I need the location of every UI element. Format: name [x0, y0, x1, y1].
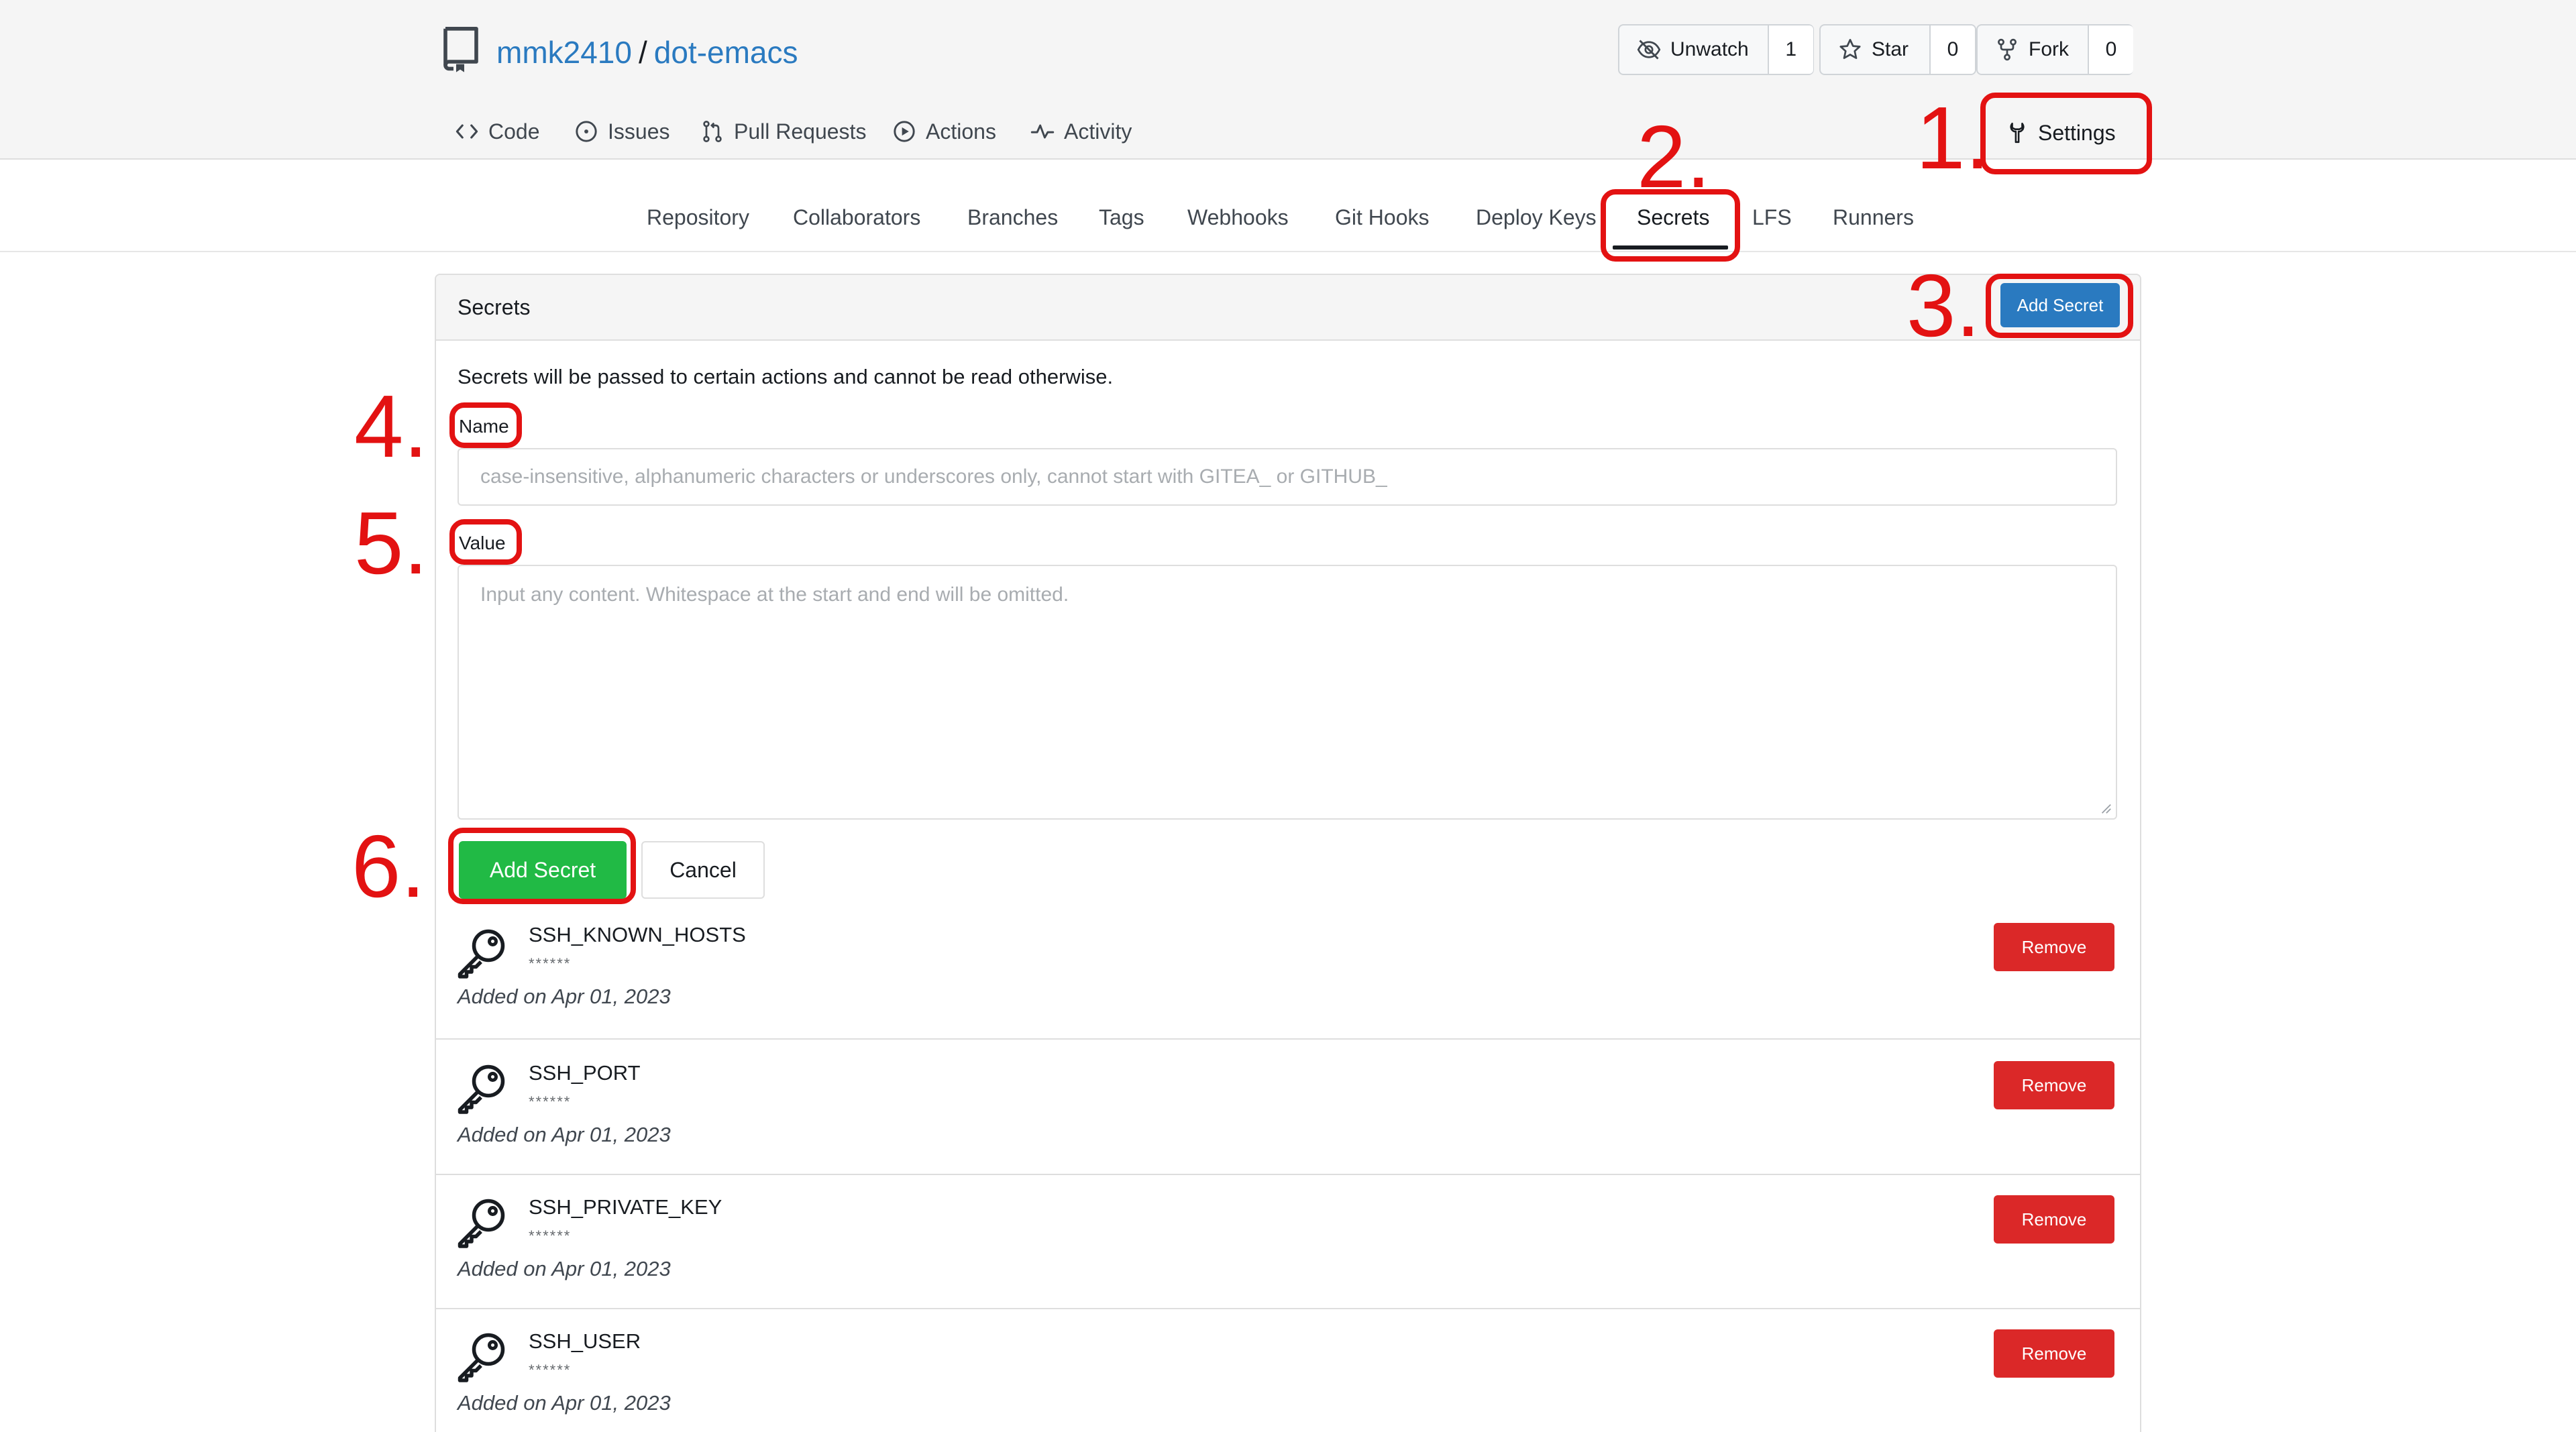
fork-label: Fork [2029, 38, 2069, 60]
secret-mask: ****** [529, 1227, 572, 1244]
tab-pull-requests-label: Pull Requests [734, 119, 867, 144]
remove-secret-button[interactable]: Remove [1994, 1061, 2114, 1109]
secret-added-date: Added on Apr 01, 2023 [458, 1257, 671, 1280]
repo-title: mmk2410/dot-emacs [496, 32, 798, 72]
repo-name-link[interactable]: dot-emacs [654, 35, 798, 70]
tab-issues-label: Issues [608, 119, 670, 144]
fork-group: Fork 0 [1976, 24, 2133, 75]
secret-name: SSH_USER [529, 1329, 641, 1353]
secret-name: SSH_KNOWN_HOSTS [529, 923, 746, 946]
secret-value-placeholder: Input any content. Whitespace at the sta… [480, 584, 1069, 606]
remove-secret-button[interactable]: Remove [1994, 923, 2114, 971]
settings-nav-repository[interactable]: Repository [647, 205, 749, 230]
key-icon [458, 1199, 505, 1248]
active-tab-underline [1613, 245, 1728, 250]
settings-nav-webhooks[interactable]: Webhooks [1187, 205, 1289, 230]
play-icon [894, 121, 915, 142]
pulse-icon [1030, 124, 1055, 139]
cancel-button[interactable]: Cancel [641, 841, 765, 899]
fork-button[interactable]: Fork [1978, 25, 2089, 74]
settings-nav-secrets[interactable]: Secrets [1637, 205, 1709, 230]
pull-request-icon [703, 121, 722, 142]
settings-nav-tags[interactable]: Tags [1099, 205, 1144, 230]
secret-row: SSH_PRIVATE_KEY ****** Added on Apr 01, … [436, 1176, 2140, 1309]
star-group: Star 0 [1819, 24, 1976, 75]
tab-code-label: Code [488, 119, 540, 144]
unwatch-button[interactable]: Unwatch [1619, 25, 1769, 74]
unwatch-group: Unwatch 1 [1618, 24, 1814, 75]
value-label: Value [459, 533, 506, 553]
secrets-panel-title: Secrets [458, 295, 531, 319]
stars-count[interactable]: 0 [1931, 25, 1975, 74]
tab-settings[interactable]: Settings [2006, 113, 2116, 153]
repo-title-separator: / [638, 35, 647, 70]
eye-slash-icon [1637, 40, 1661, 60]
tab-settings-label: Settings [2038, 120, 2116, 145]
forks-count[interactable]: 0 [2089, 25, 2133, 74]
settings-nav-runners[interactable]: Runners [1833, 205, 1914, 230]
tab-issues[interactable]: Issues [574, 110, 669, 153]
tab-actions-label: Actions [926, 119, 996, 144]
secret-mask: ****** [529, 1362, 572, 1378]
annotation-number-2: 2. [1637, 107, 1711, 206]
secret-row: SSH_KNOWN_HOSTS ****** Added on Apr 01, … [436, 905, 2140, 1040]
settings-nav-collaborators[interactable]: Collaborators [793, 205, 920, 230]
settings-nav-deploy-keys[interactable]: Deploy Keys [1476, 205, 1597, 230]
star-icon [1839, 39, 1861, 59]
name-label: Name [459, 416, 509, 437]
tab-activity[interactable]: Activity [1030, 110, 1132, 153]
annotation-number-6: 6. [352, 817, 426, 916]
code-icon [455, 124, 478, 139]
secret-added-date: Added on Apr 01, 2023 [458, 985, 671, 1008]
annotation-number-4: 4. [354, 377, 429, 476]
secret-mask: ****** [529, 955, 572, 972]
annotation-number-3: 3. [1907, 256, 1981, 355]
secret-row: SSH_PORT ****** Added on Apr 01, 2023 Re… [436, 1041, 2140, 1175]
secret-added-date: Added on Apr 01, 2023 [458, 1123, 671, 1146]
secrets-description: Secrets will be passed to certain action… [458, 365, 1114, 388]
settings-nav-git-hooks[interactable]: Git Hooks [1335, 205, 1429, 230]
remove-secret-button[interactable]: Remove [1994, 1195, 2114, 1244]
settings-nav: Repository Collaborators Branches Tags W… [0, 161, 2576, 252]
secret-name-input[interactable]: case-insensitive, alphanumeric character… [458, 448, 2117, 506]
secret-name: SSH_PRIVATE_KEY [529, 1195, 722, 1219]
add-secret-toggle-button[interactable]: Add Secret [2000, 283, 2120, 327]
annotation-number-5: 5. [354, 494, 429, 592]
tab-activity-label: Activity [1064, 119, 1132, 144]
resize-handle-icon[interactable] [2100, 802, 2112, 814]
repo-icon [443, 27, 478, 72]
tab-actions[interactable]: Actions [892, 110, 996, 153]
fork-icon [1998, 38, 2017, 61]
key-icon [458, 1064, 505, 1114]
star-label: Star [1872, 38, 1909, 60]
star-button[interactable]: Star [1821, 25, 1931, 74]
add-secret-submit-button[interactable]: Add Secret [459, 841, 627, 899]
secret-row: SSH_USER ****** Added on Apr 01, 2023 Re… [436, 1311, 2140, 1432]
key-icon [458, 929, 505, 979]
annotation-number-1: 1. [1916, 89, 1990, 187]
unwatch-label: Unwatch [1670, 38, 1749, 60]
secret-added-date: Added on Apr 01, 2023 [458, 1391, 671, 1415]
settings-nav-lfs[interactable]: LFS [1752, 205, 1792, 230]
issue-icon [576, 121, 597, 142]
tab-pull-requests[interactable]: Pull Requests [700, 110, 866, 153]
secret-mask: ****** [529, 1093, 572, 1110]
settings-nav-branches[interactable]: Branches [967, 205, 1058, 230]
repo-header: mmk2410/dot-emacs Unwatch 1 Star 0 Fork … [0, 0, 2576, 160]
wrench-icon [2010, 122, 2025, 144]
key-icon [458, 1333, 505, 1382]
secret-name: SSH_PORT [529, 1061, 641, 1085]
repo-owner-link[interactable]: mmk2410 [496, 35, 632, 70]
secret-value-textarea[interactable]: Input any content. Whitespace at the sta… [458, 565, 2117, 820]
tab-code[interactable]: Code [455, 110, 540, 153]
watchers-count[interactable]: 1 [1768, 25, 1813, 74]
secrets-panel: Secrets Add Secret Secrets will be passe… [435, 274, 2141, 1432]
secrets-panel-header: Secrets Add Secret [436, 275, 2140, 341]
remove-secret-button[interactable]: Remove [1994, 1329, 2114, 1378]
